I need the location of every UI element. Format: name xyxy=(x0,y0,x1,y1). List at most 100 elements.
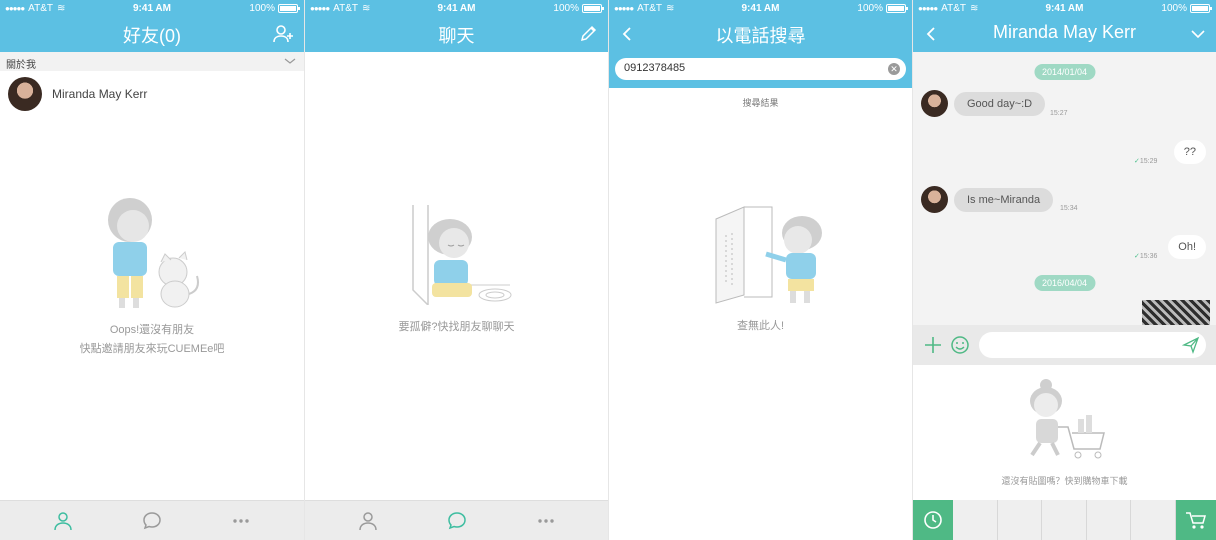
conversation-screen: ●●●●● AT&T ≋ 9:41 AM 100% Miranda May Kerr… xyxy=(912,0,1216,540)
battery-icon xyxy=(278,4,300,13)
page-title: Miranda May Kerr xyxy=(992,22,1137,42)
sticker-tab[interactable] xyxy=(1042,500,1087,540)
tab-chats[interactable] xyxy=(140,509,164,533)
sticker-tab-bar xyxy=(913,500,1216,540)
chevron-left-icon xyxy=(926,27,935,41)
date-separator: 2016/04/04 xyxy=(1033,275,1096,291)
person-icon xyxy=(54,512,72,531)
lonely-illustration xyxy=(412,205,512,305)
message-text: Good day~:D xyxy=(954,91,1046,116)
tab-more[interactable] xyxy=(534,509,558,533)
battery-icon xyxy=(886,4,908,13)
sticker-tab[interactable] xyxy=(1087,500,1132,540)
results-label: 搜尋結果 xyxy=(742,98,779,108)
no-friends-illustration xyxy=(108,198,199,308)
image-message[interactable] xyxy=(1142,300,1210,325)
sticker-empty-message: 還沒有貼圖嗎？快到購物車下載 xyxy=(1001,476,1128,486)
empty-message-line2: 快點邀請朋友來玩CUEMEe吧 xyxy=(79,343,225,355)
emoji-button[interactable] xyxy=(949,334,971,356)
message-list[interactable]: 2014/01/04 Good day~:D 15:27 ?? ✓15:29 I… xyxy=(913,52,1216,325)
add-attachment-button[interactable] xyxy=(922,334,944,356)
sticker-shop-button[interactable] xyxy=(1175,500,1216,540)
my-name: Miranda May Kerr xyxy=(52,87,148,101)
nav-bar: ●●●●● AT&T ≋ 9:41 AM 100% 好友(0) xyxy=(0,0,304,52)
message-time: 15:34 xyxy=(1060,205,1078,212)
page-title: 好友(0) xyxy=(123,26,181,46)
message-time: ✓15:36 xyxy=(1134,253,1158,260)
clear-icon[interactable]: ✕ xyxy=(888,63,900,75)
sticker-panel: 還沒有貼圖嗎？快到購物車下載 xyxy=(913,365,1216,500)
sticker-tab[interactable] xyxy=(998,500,1043,540)
smiley-icon xyxy=(951,336,969,354)
pencil-icon xyxy=(580,25,597,42)
page-title: 以電話搜尋 xyxy=(715,26,806,46)
status-bar: ●●●●● AT&T ≋ 9:41 AM 100% xyxy=(0,0,304,16)
message-outgoing: ?? xyxy=(1173,140,1206,164)
friends-screen: ●●●●● AT&T ≋ 9:41 AM 100% 好友(0) 關於我 Mirand… xyxy=(0,0,304,540)
search-bar: 0912378485 ✕ xyxy=(609,52,912,88)
avatar xyxy=(921,90,948,117)
shopping-illustration xyxy=(1030,379,1105,459)
chevron-down-icon xyxy=(1191,30,1205,39)
message-text: Is me~Miranda xyxy=(954,187,1054,212)
battery-percent: 100% xyxy=(1161,3,1187,14)
back-button[interactable] xyxy=(615,22,639,46)
avatar xyxy=(8,77,42,111)
sticker-tab[interactable] xyxy=(953,500,998,540)
chat-bubble-icon xyxy=(448,512,466,530)
add-friend-button[interactable] xyxy=(272,22,296,46)
tab-more[interactable] xyxy=(229,509,253,533)
tab-bar xyxy=(305,500,608,540)
app-screens: ●●●●● AT&T ≋ 9:41 AM 100% 好友(0) 關於我 Mirand… xyxy=(0,0,1216,540)
more-dots-icon xyxy=(538,519,554,523)
nav-bar: ●●●●● AT&T ≋ 9:41 AM 100% Miranda May Kerr xyxy=(913,0,1216,52)
tab-friends[interactable] xyxy=(51,509,75,533)
cart-icon xyxy=(1185,512,1206,529)
section-label: 關於我 xyxy=(6,60,36,71)
chevron-down-icon xyxy=(284,58,296,64)
plus-icon xyxy=(925,337,941,353)
sticker-tab[interactable] xyxy=(1131,500,1176,540)
message-incoming: Good day~:D xyxy=(921,90,1046,117)
empty-message-line1: Oops!還沒有朋友 xyxy=(109,324,195,336)
chevron-left-icon xyxy=(622,27,631,41)
options-button[interactable] xyxy=(1186,22,1210,46)
nav-bar: ●●●●● AT&T ≋ 9:41 AM 100% 以電話搜尋 xyxy=(609,0,912,52)
message-outgoing: Oh! xyxy=(1168,235,1206,259)
my-profile-row[interactable]: Miranda May Kerr xyxy=(0,72,304,116)
search-query: 0912378485 xyxy=(624,62,686,74)
compose-button[interactable] xyxy=(576,22,600,46)
section-header-about-me[interactable]: 關於我 xyxy=(0,52,304,71)
phone-search-input[interactable]: 0912378485 ✕ xyxy=(615,58,906,80)
chat-bubble-icon xyxy=(143,512,161,530)
empty-message: 要孤僻?快找朋友聊聊天 xyxy=(398,321,515,333)
more-dots-icon xyxy=(233,519,249,523)
message-time: ✓15:29 xyxy=(1134,158,1158,165)
tab-friends[interactable] xyxy=(356,509,380,533)
chat-list-screen: ●●●●● AT&T ≋ 9:41 AM 100% 聊天 要孤僻?快找朋友聊聊天 xyxy=(304,0,608,540)
battery-percent: 100% xyxy=(553,3,579,14)
send-button[interactable] xyxy=(1181,336,1200,359)
nav-bar: ●●●●● AT&T ≋ 9:41 AM 100% 聊天 xyxy=(305,0,608,52)
recent-stickers-tab[interactable] xyxy=(913,500,953,540)
add-user-icon xyxy=(273,25,293,43)
tab-chats[interactable] xyxy=(445,509,469,533)
message-incoming: Is me~Miranda xyxy=(921,186,1054,213)
back-button[interactable] xyxy=(919,22,943,46)
avatar xyxy=(921,186,948,213)
status-bar: ●●●●● AT&T ≋ 9:41 AM 100% xyxy=(609,0,912,16)
page-title: 聊天 xyxy=(438,26,475,46)
phone-search-screen: ●●●●● AT&T ≋ 9:41 AM 100% 以電話搜尋 0912378485… xyxy=(608,0,912,540)
battery-icon xyxy=(582,4,604,13)
clock-icon xyxy=(924,511,942,529)
person-icon xyxy=(359,512,377,531)
tab-bar xyxy=(0,500,304,540)
empty-message: 查無此人! xyxy=(736,320,785,332)
date-separator: 2014/01/04 xyxy=(1033,64,1096,80)
status-bar: ●●●●● AT&T ≋ 9:41 AM 100% xyxy=(913,0,1216,16)
battery-percent: 100% xyxy=(249,3,275,14)
message-composer xyxy=(913,325,1216,365)
battery-percent: 100% xyxy=(857,3,883,14)
send-icon xyxy=(1181,336,1200,354)
message-input[interactable] xyxy=(979,332,1206,358)
